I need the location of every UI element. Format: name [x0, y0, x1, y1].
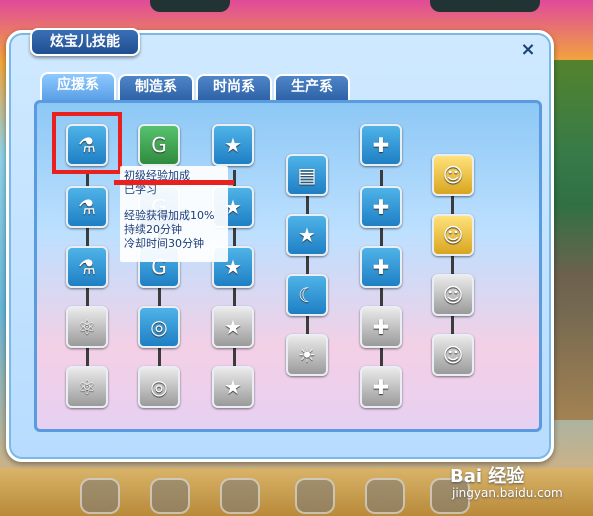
watermark-url: jingyan.baidu.com: [452, 486, 563, 500]
tab-bar: 应援系 制造系 时尚系 生产系: [40, 72, 350, 100]
window-title: 炫宝儿技能: [30, 28, 140, 56]
tooltip-skill-status: 已学习: [124, 183, 157, 196]
compass-icon[interactable]: [220, 478, 260, 514]
molecule-icon[interactable]: ⚛: [66, 306, 108, 348]
tab-shengchan[interactable]: 生产系: [274, 74, 350, 100]
selected-skill-highlight: [52, 112, 122, 174]
coin-stack-icon[interactable]: ◎: [138, 366, 180, 408]
g-coin-icon[interactable]: G: [138, 124, 180, 166]
test-tubes-icon[interactable]: ⚗: [66, 186, 108, 228]
medkit-icon[interactable]: ✚: [360, 186, 402, 228]
medkit-icon[interactable]: ✚: [360, 124, 402, 166]
tooltip-desc-duration: 持续20分钟: [124, 223, 182, 236]
tooltip-desc-bonus: 经验获得加成10%: [124, 209, 215, 222]
film-star-icon[interactable]: ★: [286, 214, 328, 256]
exp-person-icon[interactable]: ☺: [432, 274, 474, 316]
star-badge-icon[interactable]: ★: [212, 366, 254, 408]
shirt-icon[interactable]: [80, 478, 120, 514]
tooltip-desc-cooldown: 冷却时间30分钟: [124, 237, 204, 250]
tab-yingyuan[interactable]: 应援系: [40, 72, 116, 100]
molecule-icon[interactable]: ⚛: [66, 366, 108, 408]
bg-top-left-bar: [150, 0, 230, 12]
coin-stack-icon[interactable]: ◎: [138, 306, 180, 348]
flasks-icon[interactable]: ⚗: [66, 246, 108, 288]
star-badge-icon[interactable]: ★: [212, 124, 254, 166]
close-button[interactable]: ×: [518, 40, 538, 60]
medkit-icon[interactable]: ✚: [360, 306, 402, 348]
medkit-icon[interactable]: ✚: [360, 366, 402, 408]
bus-icon[interactable]: [150, 478, 190, 514]
watermark-brand: Bai 经验: [450, 466, 525, 487]
exp-person-icon[interactable]: ☺: [432, 154, 474, 196]
exp-person-icon[interactable]: ☺: [432, 214, 474, 256]
tooltip-highlight-bar: [114, 180, 234, 185]
film-moon-icon[interactable]: ☾: [286, 274, 328, 316]
tab-shishang[interactable]: 时尚系: [196, 74, 272, 100]
exp-person-icon[interactable]: ☺: [432, 334, 474, 376]
bg-top-right-bar: [430, 0, 540, 12]
tab-zhizao[interactable]: 制造系: [118, 74, 194, 100]
bottle-icon[interactable]: [365, 478, 405, 514]
medkit-icon[interactable]: ✚: [360, 246, 402, 288]
film-icon[interactable]: ▤: [286, 154, 328, 196]
palm-tree-background: [553, 60, 593, 420]
star-badge-icon[interactable]: ★: [212, 306, 254, 348]
film-sun-icon[interactable]: ☀: [286, 334, 328, 376]
bag-icon[interactable]: [295, 478, 335, 514]
